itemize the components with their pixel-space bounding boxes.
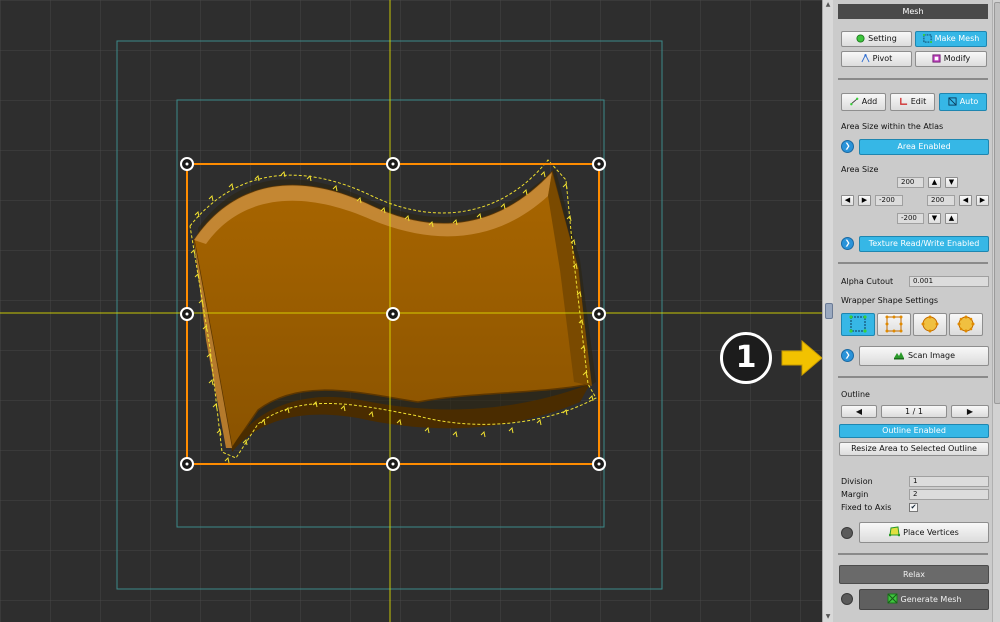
scan-fold-icon[interactable]: ❯: [841, 349, 854, 362]
panel-scrollbar[interactable]: [992, 0, 1000, 622]
margin-field[interactable]: 2: [909, 489, 989, 500]
edit-vertex-icon: [899, 97, 907, 105]
generate-mesh-button[interactable]: Generate Mesh: [859, 589, 989, 610]
division-label: Division: [841, 477, 873, 486]
mesh-editor-viewport[interactable]: 1: [0, 0, 823, 622]
texture-fold-icon[interactable]: ❯: [841, 237, 854, 250]
viewport-scroll-thumb[interactable]: [825, 303, 833, 319]
step-number-badge: 1: [720, 332, 772, 384]
panel-title: Mesh: [838, 4, 988, 19]
tab-setting[interactable]: Setting: [841, 31, 912, 47]
mode-edit-button[interactable]: Edit: [890, 93, 935, 111]
resize-handle-center: [597, 162, 601, 166]
scan-image-icon: [893, 352, 904, 360]
area-enabled-button[interactable]: Area Enabled: [859, 139, 989, 155]
margin-label: Margin: [841, 490, 869, 499]
area-bottom-down-button[interactable]: ▼: [928, 213, 941, 224]
area-size-label: Area Size: [841, 165, 879, 174]
area-bottom-field[interactable]: -200: [897, 213, 924, 224]
wrapper-shape-label: Wrapper Shape Settings: [841, 296, 939, 305]
outline-next-button[interactable]: ▶: [951, 405, 989, 418]
resize-handle-center: [597, 312, 601, 316]
resize-handle-center: [185, 312, 189, 316]
wrapper-shape-fine-rect-button[interactable]: [877, 313, 911, 336]
mode-auto-button[interactable]: Auto: [939, 93, 987, 111]
resize-handle-center: [185, 162, 189, 166]
area-left-left-button[interactable]: ◀: [841, 195, 854, 206]
divider: [838, 78, 988, 80]
area-fold-icon[interactable]: ❯: [841, 140, 854, 153]
mesh-inspector-panel: Mesh Setting Make Mesh Pivot Modify Add …: [833, 0, 992, 622]
area-top-field[interactable]: 200: [897, 177, 924, 188]
generate-mesh-status-icon: [841, 593, 853, 605]
wrapper-shape-rect-button[interactable]: [841, 313, 875, 336]
outline-label: Outline: [841, 390, 870, 399]
callout-arrow-icon: [781, 340, 823, 376]
wrapper-fine-rect-icon: [885, 315, 903, 333]
wrapper-diamond-icon: [921, 315, 939, 333]
relax-button[interactable]: Relax: [839, 565, 989, 584]
setting-icon: [856, 34, 865, 43]
area-left-right-button[interactable]: ▶: [858, 195, 871, 206]
pivot-icon: [861, 54, 870, 63]
resize-handle-center: [391, 162, 395, 166]
resize-handle-center: [597, 462, 601, 466]
divider: [838, 376, 988, 378]
outline-page-indicator: 1 / 1: [881, 405, 947, 418]
make-mesh-icon: [922, 34, 932, 43]
area-top-up-button[interactable]: ▲: [928, 177, 941, 188]
resize-handle-center: [185, 462, 189, 466]
tab-make-mesh[interactable]: Make Mesh: [915, 31, 987, 47]
divider: [838, 262, 988, 264]
area-size-atlas-label: Area Size within the Atlas: [841, 122, 944, 131]
place-vertices-button[interactable]: Place Vertices: [859, 522, 989, 543]
alpha-cutout-label: Alpha Cutout: [841, 277, 894, 286]
viewport-canvas[interactable]: [0, 0, 822, 622]
mode-add-button[interactable]: Add: [841, 93, 886, 111]
resize-handle-center: [391, 462, 395, 466]
outline-prev-button[interactable]: ◀: [841, 405, 877, 418]
place-vertices-icon: [889, 526, 901, 537]
fixed-axis-checkbox[interactable]: ✔: [909, 503, 918, 512]
resize-area-button[interactable]: Resize Area to Selected Outline: [839, 442, 989, 456]
area-right-left-button[interactable]: ◀: [959, 195, 972, 206]
add-vertex-icon: [849, 97, 859, 106]
outline-enabled-button[interactable]: Outline Enabled: [839, 424, 989, 438]
area-bottom-up-button[interactable]: ▲: [945, 213, 958, 224]
alpha-cutout-field[interactable]: 0.001: [909, 276, 989, 287]
modify-icon: [932, 54, 941, 63]
area-right-right-button[interactable]: ▶: [976, 195, 989, 206]
resize-handle-center: [391, 312, 395, 316]
scroll-up-icon[interactable]: ▲: [824, 1, 832, 9]
generate-mesh-icon: [887, 593, 898, 604]
tab-pivot[interactable]: Pivot: [841, 51, 912, 67]
fixed-axis-label: Fixed to Axis: [841, 503, 892, 512]
auto-mesh-icon: [948, 97, 957, 106]
area-left-field[interactable]: -200: [875, 195, 903, 206]
tab-modify[interactable]: Modify: [915, 51, 987, 67]
divider: [838, 553, 988, 555]
scroll-down-icon[interactable]: ▼: [824, 613, 832, 621]
division-field[interactable]: 1: [909, 476, 989, 487]
viewport-scrollbar[interactable]: ▲ ▼: [822, 0, 833, 622]
panel-scroll-thumb[interactable]: [994, 2, 1000, 404]
area-right-field[interactable]: 200: [927, 195, 955, 206]
wrapper-circle-icon: [957, 315, 975, 333]
wrapper-rect-icon: [849, 315, 867, 333]
area-top-down-button[interactable]: ▼: [945, 177, 958, 188]
texture-read-write-button[interactable]: Texture Read/Write Enabled: [859, 236, 989, 252]
place-vertices-status-icon: [841, 527, 853, 539]
scan-image-button[interactable]: Scan Image: [859, 346, 989, 366]
wrapper-shape-diamond-button[interactable]: [913, 313, 947, 336]
wrapper-shape-circle-button[interactable]: [949, 313, 983, 336]
